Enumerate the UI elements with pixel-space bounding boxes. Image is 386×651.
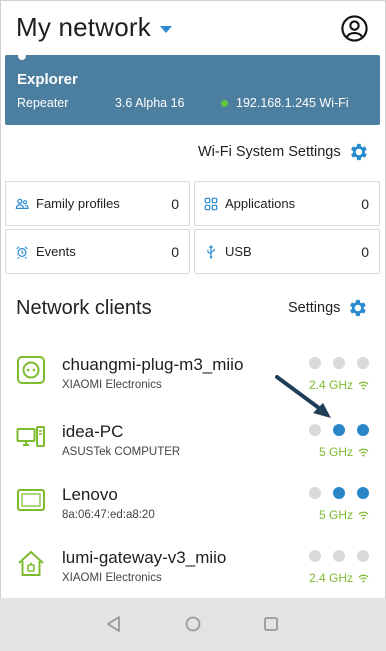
schedule-badge-icon <box>357 357 369 369</box>
client-name: lumi-gateway-v3_miio <box>62 548 227 567</box>
profile-badge-icon <box>333 487 345 499</box>
clients-settings-label: Settings <box>288 300 341 316</box>
profile-badge-icon <box>333 357 345 369</box>
ip-badge-icon <box>309 550 321 562</box>
client-band: 5 GHz <box>319 508 369 522</box>
client-band-text: 5 GHz <box>318 508 353 522</box>
wifi-icon <box>358 448 369 457</box>
tile-label: Events <box>36 244 76 259</box>
tile-label: Family profiles <box>36 196 120 211</box>
client-vendor: XIAOMI Electronics <box>62 379 162 391</box>
client-badges <box>309 357 381 369</box>
tile-count: 0 <box>361 195 369 212</box>
client-band: 5 GHz <box>319 445 369 459</box>
desktop-pc-icon <box>16 426 45 447</box>
usb-icon <box>207 244 215 258</box>
account-icon[interactable] <box>340 14 369 43</box>
client-row[interactable]: Lenovo 8a:06:47:ed:a8:20 5 GHz <box>0 485 386 549</box>
gear-icon <box>350 299 367 317</box>
tile-label: Applications <box>225 196 296 211</box>
device-card[interactable]: Explorer Repeater 3.6 Alpha 16 192.168.1… <box>5 52 380 125</box>
tablet-icon <box>17 489 45 511</box>
network-clients-title: Network clients <box>16 297 152 319</box>
client-badges <box>309 550 381 562</box>
device-role: Repeater <box>17 96 69 110</box>
annotation-arrow-icon <box>275 375 331 418</box>
device-status-text: 192.168.1.245 Wi-Fi <box>236 96 349 110</box>
smart-home-icon <box>18 550 44 576</box>
wifi-system-settings-link[interactable]: Wi-Fi System Settings <box>198 141 369 163</box>
app-header: My network <box>0 0 386 55</box>
device-version: 3.6 Alpha 16 <box>115 96 185 110</box>
system-navigation-bar <box>0 598 386 651</box>
client-mac: 8a:06:47:ed:a8:20 <box>62 509 155 521</box>
clients-settings-link[interactable]: Settings <box>288 297 368 319</box>
tile-label: USB <box>225 244 252 259</box>
ip-badge-icon <box>309 487 321 499</box>
applications-icon <box>204 197 218 210</box>
tile-events[interactable]: Events 0 <box>5 229 190 274</box>
wifi-icon <box>358 574 369 583</box>
client-vendor: ASUSTek COMPUTER <box>62 446 181 458</box>
profile-badge-icon <box>333 550 345 562</box>
gear-icon <box>350 143 367 161</box>
smart-plug-icon <box>17 356 45 384</box>
client-vendor: XIAOMI Electronics <box>62 572 162 584</box>
online-status-dot <box>221 99 228 107</box>
profile-badge-icon <box>333 424 345 436</box>
client-name: Lenovo <box>62 485 118 504</box>
ip-badge-icon <box>309 424 321 436</box>
tile-count: 0 <box>171 195 179 212</box>
client-band-text: 2.4 GHz <box>308 571 353 585</box>
events-icon <box>16 245 28 259</box>
client-badges <box>309 424 381 436</box>
client-name: chuangmi-plug-m3_miio <box>62 355 244 374</box>
tile-count: 0 <box>361 243 369 260</box>
tile-count: 0 <box>171 243 179 260</box>
ip-badge-icon <box>309 357 321 369</box>
client-name: idea-PC <box>62 422 124 441</box>
dropdown-caret-icon <box>159 25 172 33</box>
wifi-system-settings-label: Wi-Fi System Settings <box>198 144 341 160</box>
client-band-text: 5 GHz <box>318 445 353 459</box>
network-selector[interactable]: My network <box>16 12 172 43</box>
wifi-icon <box>358 511 369 520</box>
tile-usb[interactable]: USB 0 <box>194 229 380 274</box>
client-band: 2.4 GHz <box>309 571 369 585</box>
wifi-icon <box>358 381 369 390</box>
back-icon[interactable] <box>104 614 124 634</box>
page-title: My network <box>16 12 151 42</box>
tile-family-profiles[interactable]: Family profiles 0 <box>5 181 190 226</box>
schedule-badge-icon <box>357 550 369 562</box>
device-name: Explorer <box>17 71 78 88</box>
client-row[interactable]: idea-PC ASUSTek COMPUTER 5 GHz <box>0 422 386 486</box>
schedule-badge-icon <box>357 424 369 436</box>
schedule-badge-icon <box>357 487 369 499</box>
home-icon[interactable] <box>183 614 203 634</box>
family-icon <box>15 198 29 209</box>
device-status: 192.168.1.245 Wi-Fi <box>221 96 349 110</box>
tile-applications[interactable]: Applications 0 <box>194 181 380 226</box>
client-badges <box>309 487 381 499</box>
recents-icon[interactable] <box>261 614 281 634</box>
page-indicator-dot <box>18 52 26 60</box>
